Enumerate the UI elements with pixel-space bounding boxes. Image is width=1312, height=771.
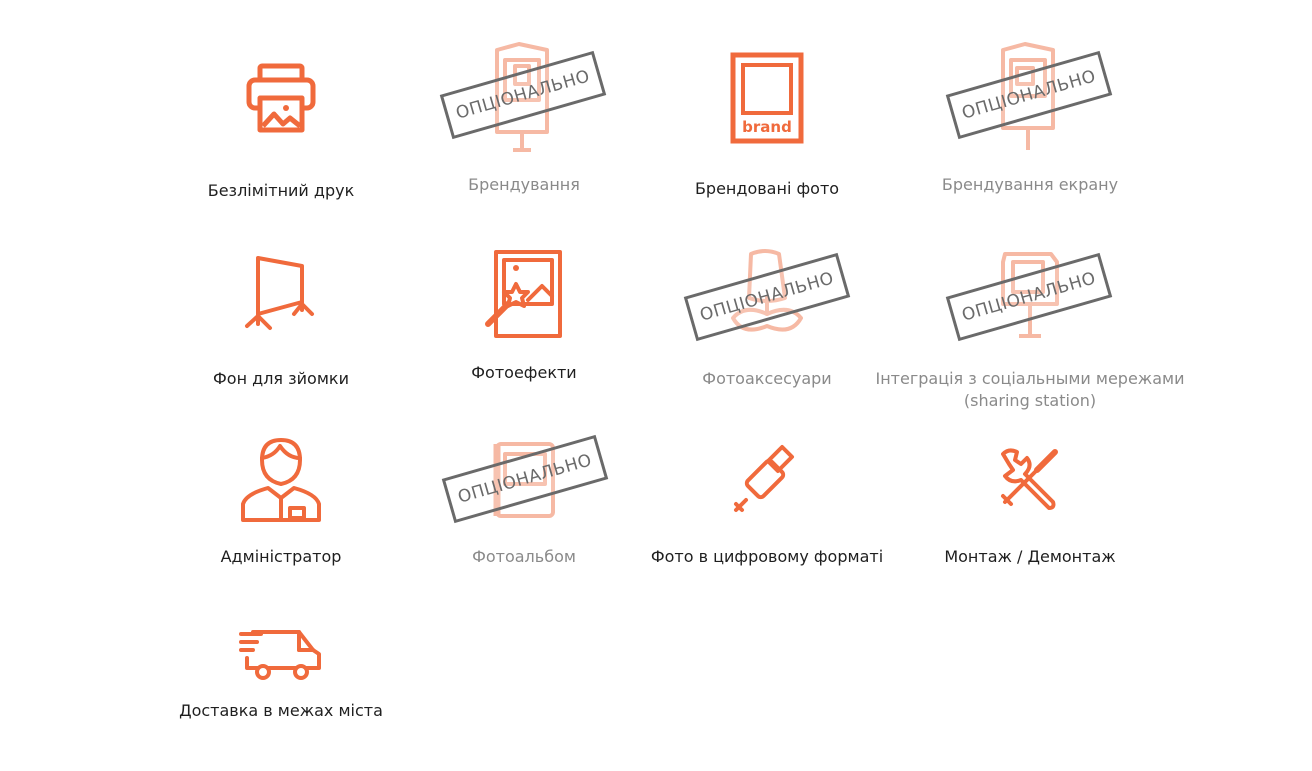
feature-label: Фотоефекти [471,363,577,382]
feature-label: Доставка в межах міста [179,701,383,720]
backdrop-stand-icon [245,256,314,330]
delivery-van-icon [239,630,321,680]
feature-label-secondary: (sharing station) [963,391,1097,410]
feature-social-sharing: ОПЦІОНАЛЬНО Інтеграція з соціальными мер… [870,248,1190,412]
brand-text: brand [742,118,792,136]
feature-delivery: Доставка в межах міста [161,628,401,722]
feature-label: Фотоальбом [472,547,576,566]
feature-icon-wrap: ОПЦІОНАЛЬНО [945,248,1113,342]
feature-icon-wrap: ОПЦІОНАЛЬНО [439,40,607,154]
feature-icon-wrap [732,444,802,514]
feature-digital-photos: Фото в цифровому форматі [642,444,892,568]
feature-label: Брендування екрану [941,175,1119,194]
tools-icon [1001,448,1058,510]
feature-icon-wrap [239,628,323,682]
magic-wand-photo-icon [485,250,562,338]
feature-photo-props: ОПЦІОНАЛЬНО Фотоаксесуари [667,248,867,390]
feature-photo-effects: Фотоефекти [424,248,624,384]
feature-label: Брендовані фото [694,179,840,198]
feature-branded-photos: brand Брендовані фото [667,52,867,200]
branded-photo-icon: brand [730,52,804,144]
usb-drive-icon [734,444,795,512]
optional-stamp-text: ОПЦІОНАЛЬНО [453,66,593,124]
feature-icon-wrap [246,56,316,136]
feature-screen-branding: ОПЦІОНАЛЬНО Брендування екрану [930,40,1130,196]
optional-stamp-text: ОПЦІОНАЛЬНО [697,268,837,326]
feature-icon-wrap: ОПЦІОНАЛЬНО [441,434,609,524]
feature-backdrop: Фон для зйомки [181,254,381,390]
administrator-icon [241,438,321,522]
feature-label: Брендування [468,175,580,194]
feature-installation: Монтаж / Демонтаж [930,444,1130,568]
feature-photo-album: ОПЦІОНАЛЬНО Фотоальбом [424,434,624,568]
feature-label: Інтеграція з соціальными мережами [875,369,1185,388]
printer-icon [246,63,316,133]
feature-label: Фото в цифровому форматі [650,547,884,566]
optional-stamp-text: ОПЦІОНАЛЬНО [959,66,1099,124]
feature-label: Адміністратор [220,547,342,566]
feature-icon-wrap [484,248,564,340]
feature-icon-wrap [240,436,322,522]
feature-icon-wrap: ОПЦІОНАЛЬНО [683,248,851,342]
feature-icon-wrap [244,254,318,334]
feature-label: Безлімітний друк [207,181,355,200]
optional-stamp-text: ОПЦІОНАЛЬНО [455,450,595,508]
feature-branding: ОПЦІОНАЛЬНО Брендування [424,40,624,196]
feature-unlimited-print: Безлімітний друк [181,56,381,202]
feature-label: Фон для зйомки [213,369,349,388]
feature-label: Монтаж / Демонтаж [944,547,1116,566]
feature-icon-wrap [995,444,1065,514]
feature-icon-wrap: brand [730,52,804,146]
feature-administrator: Адміністратор [181,436,381,568]
optional-stamp-text: ОПЦІОНАЛЬНО [959,268,1099,326]
feature-label: Фотоаксесуари [702,369,832,388]
feature-icon-wrap: ОПЦІОНАЛЬНО [945,40,1113,154]
